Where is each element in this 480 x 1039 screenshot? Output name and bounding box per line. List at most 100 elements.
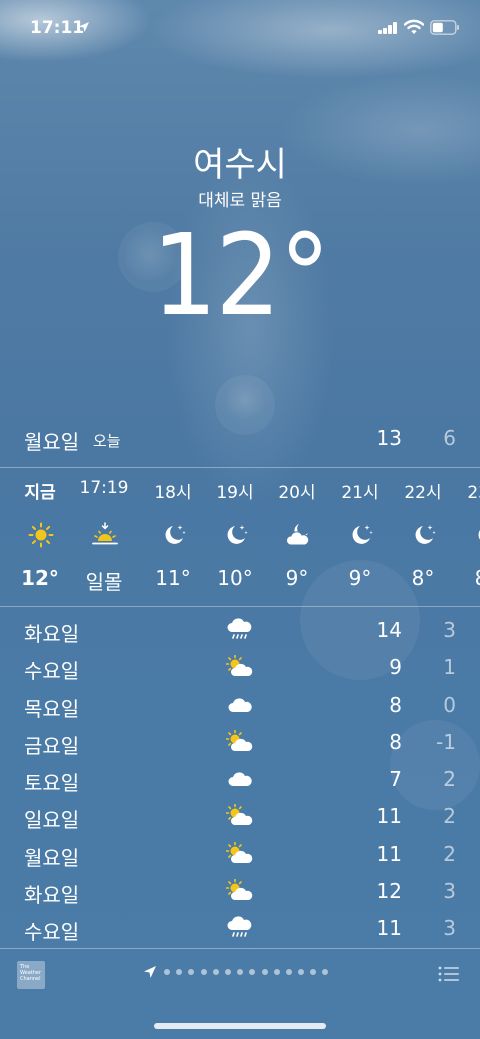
battery-icon — [430, 20, 459, 35]
hour-temp: 8° — [411, 566, 435, 590]
current-temperature: 12° — [0, 211, 480, 341]
hourly-forecast[interactable]: 지금 12° 17:19 일몰 18시 11° 19시 10° 20시 9° 2… — [0, 470, 480, 606]
hour-time: 지금 — [24, 483, 56, 503]
moon-cloud-icon — [286, 524, 310, 546]
hour-temp: 12° — [21, 566, 59, 590]
location-arrow-icon[interactable] — [143, 965, 157, 979]
page-dot — [200, 969, 207, 975]
hour-temp: 9° — [348, 566, 372, 590]
daily-low: 0 — [443, 692, 456, 717]
daily-day: 일요일 — [24, 808, 80, 833]
daily-low: 3 — [443, 879, 456, 904]
page-dot — [188, 969, 195, 975]
page-dot — [273, 969, 280, 975]
page-dot — [212, 969, 219, 975]
today-day: 월요일 — [24, 430, 80, 454]
daily-day: 금요일 — [24, 733, 80, 758]
weather-channel-logo[interactable]: The Weather Channel — [17, 961, 45, 989]
location-arrow-icon — [79, 22, 89, 32]
page-dot — [298, 969, 305, 975]
moon-stars-icon — [415, 525, 436, 544]
moon-stars-icon — [478, 530, 480, 540]
daily-high: 9 — [389, 655, 402, 680]
daily-day: 월요일 — [24, 845, 80, 870]
daily-forecast: 화요일 14 3 수요일 9 1 목요일 8 0 금요일 8 -1 토요일 7 … — [0, 612, 480, 948]
daily-high: 8 — [389, 692, 402, 717]
daily-row: 일요일 11 2 — [0, 798, 480, 835]
sun-cloud-icon — [226, 655, 253, 677]
daily-day: 토요일 — [24, 771, 80, 796]
daily-row: 목요일 8 0 — [0, 687, 480, 724]
daily-high: 11 — [376, 804, 402, 829]
page-dot — [310, 969, 317, 975]
daily-high: 14 — [376, 618, 402, 642]
sun-icon — [28, 522, 54, 548]
daily-high: 8 — [389, 729, 402, 754]
page-dot — [224, 969, 231, 975]
signal-icon — [378, 22, 398, 34]
hour-time: 18시 — [154, 483, 192, 503]
daily-day: 목요일 — [24, 696, 80, 721]
moon-stars-icon — [227, 525, 248, 544]
daily-row: 수요일 9 1 — [0, 649, 480, 686]
city-name: 여수시 — [193, 145, 287, 185]
daily-row: 월요일 11 2 — [0, 836, 480, 873]
daily-low: 2 — [443, 767, 456, 792]
status-time: 17:11 — [30, 18, 85, 38]
daily-low: 3 — [443, 618, 456, 642]
bottom-bar: The Weather Channel — [0, 949, 480, 1005]
hour-time: 17:19 — [79, 478, 129, 498]
current-condition: 대체로 맑음 — [198, 191, 282, 211]
daily-row: 토요일 7 2 — [0, 761, 480, 798]
daily-row: 금요일 8 -1 — [0, 724, 480, 761]
hour-time: 19시 — [216, 483, 254, 503]
daily-low: 2 — [443, 841, 456, 866]
hour-time: 23시 — [467, 483, 480, 503]
page-dot — [249, 969, 256, 975]
page-dot — [322, 969, 329, 975]
daily-row: 화요일 14 3 — [0, 612, 480, 649]
sun-cloud-icon — [226, 729, 253, 751]
daily-low: 3 — [443, 916, 456, 941]
cloud-rain-icon — [227, 916, 252, 938]
current-temperature-value: 12° — [151, 211, 330, 341]
page-indicator[interactable] — [164, 969, 335, 977]
hour-time: 20시 — [278, 483, 316, 503]
daily-day: 수요일 — [24, 659, 80, 684]
cloud-icon — [228, 698, 252, 712]
daily-high: 11 — [376, 841, 402, 866]
daily-low: -1 — [436, 729, 456, 754]
home-indicator[interactable] — [154, 1023, 326, 1029]
page-dot — [237, 969, 244, 975]
hour-time: 21시 — [341, 483, 379, 503]
hour-temp: 10° — [217, 566, 253, 590]
status-bar: 17:11 — [0, 0, 480, 56]
weather-channel-logo-text: The Weather Channel — [20, 964, 42, 982]
daily-low: 1 — [443, 655, 456, 680]
daily-low: 2 — [443, 804, 456, 829]
divider — [0, 467, 480, 468]
daily-day: 수요일 — [24, 920, 80, 945]
daily-day: 화요일 — [24, 883, 80, 908]
moon-stars-icon — [165, 525, 186, 544]
page-dot — [176, 969, 183, 975]
daily-high: 11 — [376, 916, 402, 941]
hour-temp: 11° — [155, 566, 191, 590]
today-row: 월요일 오늘 13 6 — [0, 420, 480, 460]
daily-high: 7 — [389, 767, 402, 792]
hour-temp: 9° — [285, 566, 309, 590]
today-low: 6 — [443, 426, 456, 450]
page-dot — [164, 969, 170, 975]
list-icon[interactable] — [438, 965, 460, 983]
sun-cloud-icon — [226, 804, 253, 826]
sun-cloud-icon — [226, 841, 253, 863]
page-dot — [261, 969, 268, 975]
daily-row: 수요일 11 3 — [0, 910, 480, 947]
wifi-icon — [404, 19, 424, 34]
moon-stars-icon — [352, 525, 373, 544]
sun-cloud-icon — [226, 879, 253, 901]
cloud-rain-icon — [227, 618, 252, 639]
cloud-icon — [228, 772, 252, 787]
daily-day: 화요일 — [24, 622, 80, 646]
page-dot — [285, 969, 292, 975]
